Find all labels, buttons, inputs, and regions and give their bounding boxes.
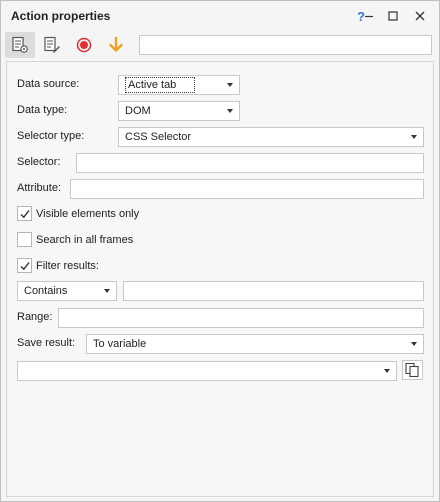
close-button[interactable] — [409, 6, 431, 26]
data-type-dropdown[interactable]: DOM — [118, 101, 240, 121]
search-frames-checkbox[interactable] — [17, 232, 32, 247]
checkmark-icon — [20, 262, 30, 271]
visible-only-label[interactable]: Visible elements only — [36, 208, 139, 220]
filter-mode-dropdown[interactable]: Contains — [17, 281, 117, 301]
selector-input[interactable] — [76, 153, 424, 173]
search-frames-label[interactable]: Search in all frames — [36, 234, 133, 246]
chevron-down-icon — [411, 342, 417, 346]
edit-document-icon — [44, 36, 60, 53]
selector-type-label: Selector type: — [17, 130, 85, 142]
selector-type-dropdown[interactable]: CSS Selector — [118, 127, 424, 147]
data-type-label: Data type: — [17, 104, 68, 116]
action-settings-button[interactable] — [5, 32, 35, 58]
record-icon — [76, 37, 92, 53]
filter-results-checkbox[interactable] — [17, 258, 32, 273]
checkmark-icon — [20, 210, 30, 219]
filter-mode-value: Contains — [24, 285, 68, 297]
copy-icon — [405, 362, 419, 378]
visible-only-checkbox[interactable] — [17, 206, 32, 221]
chevron-down-icon — [384, 369, 390, 373]
close-icon — [415, 11, 425, 21]
properties-panel: Data source: Active tab Data type: DOM S… — [6, 61, 434, 497]
action-settings-icon — [12, 36, 28, 53]
data-source-dropdown[interactable]: Active tab — [118, 75, 240, 95]
attribute-label: Attribute: — [17, 182, 62, 194]
record-button[interactable] — [69, 32, 99, 58]
save-result-value: To variable — [93, 338, 147, 350]
range-label: Range: — [17, 311, 53, 323]
chevron-down-icon — [411, 135, 417, 139]
edit-button[interactable] — [37, 32, 67, 58]
arrow-down-icon — [109, 36, 123, 52]
range-input[interactable] — [58, 308, 424, 328]
data-source-value: Active tab — [125, 77, 196, 93]
window-title: Action properties — [11, 9, 111, 23]
save-result-label: Save result: — [17, 337, 76, 349]
toolbar — [1, 31, 439, 59]
chevron-down-icon — [104, 289, 110, 293]
maximize-icon — [388, 11, 398, 21]
selector-type-value: CSS Selector — [125, 131, 192, 143]
save-result-dropdown[interactable]: To variable — [86, 334, 424, 354]
toolbar-search-input[interactable] — [139, 35, 432, 55]
move-down-button[interactable] — [101, 32, 131, 58]
variable-dropdown[interactable] — [17, 361, 397, 381]
action-properties-window: Action properties ? Data source: Active … — [0, 0, 440, 502]
maximize-button[interactable] — [382, 6, 404, 26]
attribute-input[interactable] — [70, 179, 424, 199]
chevron-down-icon — [227, 109, 233, 113]
title-bar: Action properties ? — [1, 1, 439, 31]
data-type-value: DOM — [125, 105, 151, 117]
copy-button[interactable] — [402, 360, 423, 380]
filter-results-label[interactable]: Filter results: — [36, 260, 99, 272]
data-source-label: Data source: — [17, 78, 80, 90]
minimize-button[interactable] — [358, 6, 380, 26]
chevron-down-icon — [227, 83, 233, 87]
filter-text-input[interactable] — [123, 281, 424, 301]
minimize-icon — [365, 15, 373, 18]
selector-label: Selector: — [17, 156, 61, 168]
